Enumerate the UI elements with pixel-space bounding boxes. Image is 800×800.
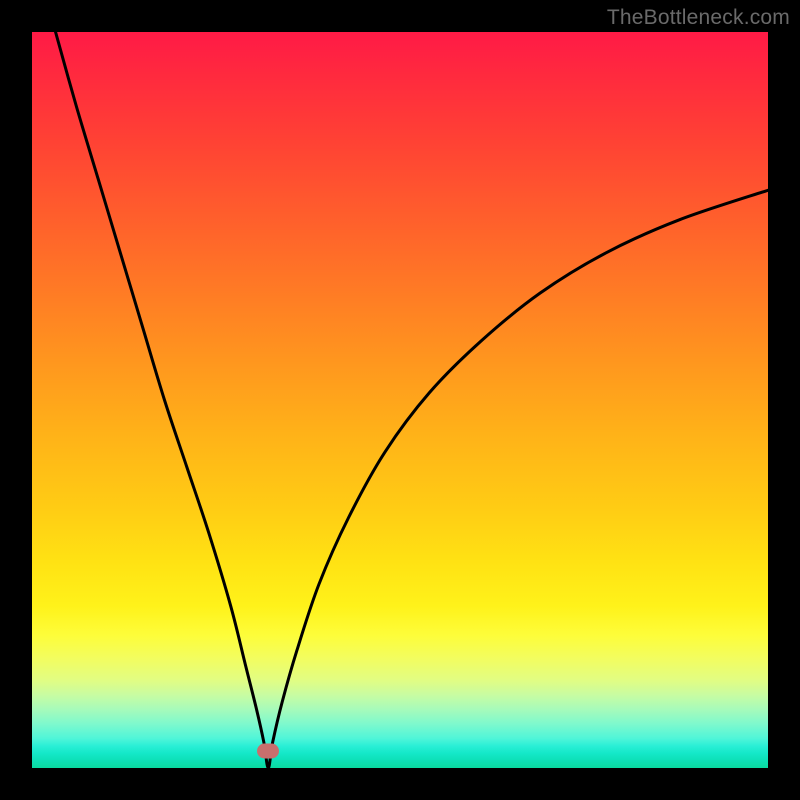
chart-frame: TheBottleneck.com	[0, 0, 800, 800]
plot-area	[32, 32, 768, 768]
watermark-text: TheBottleneck.com	[607, 6, 790, 30]
bottleneck-curve	[32, 32, 768, 768]
minimum-marker	[257, 744, 279, 759]
